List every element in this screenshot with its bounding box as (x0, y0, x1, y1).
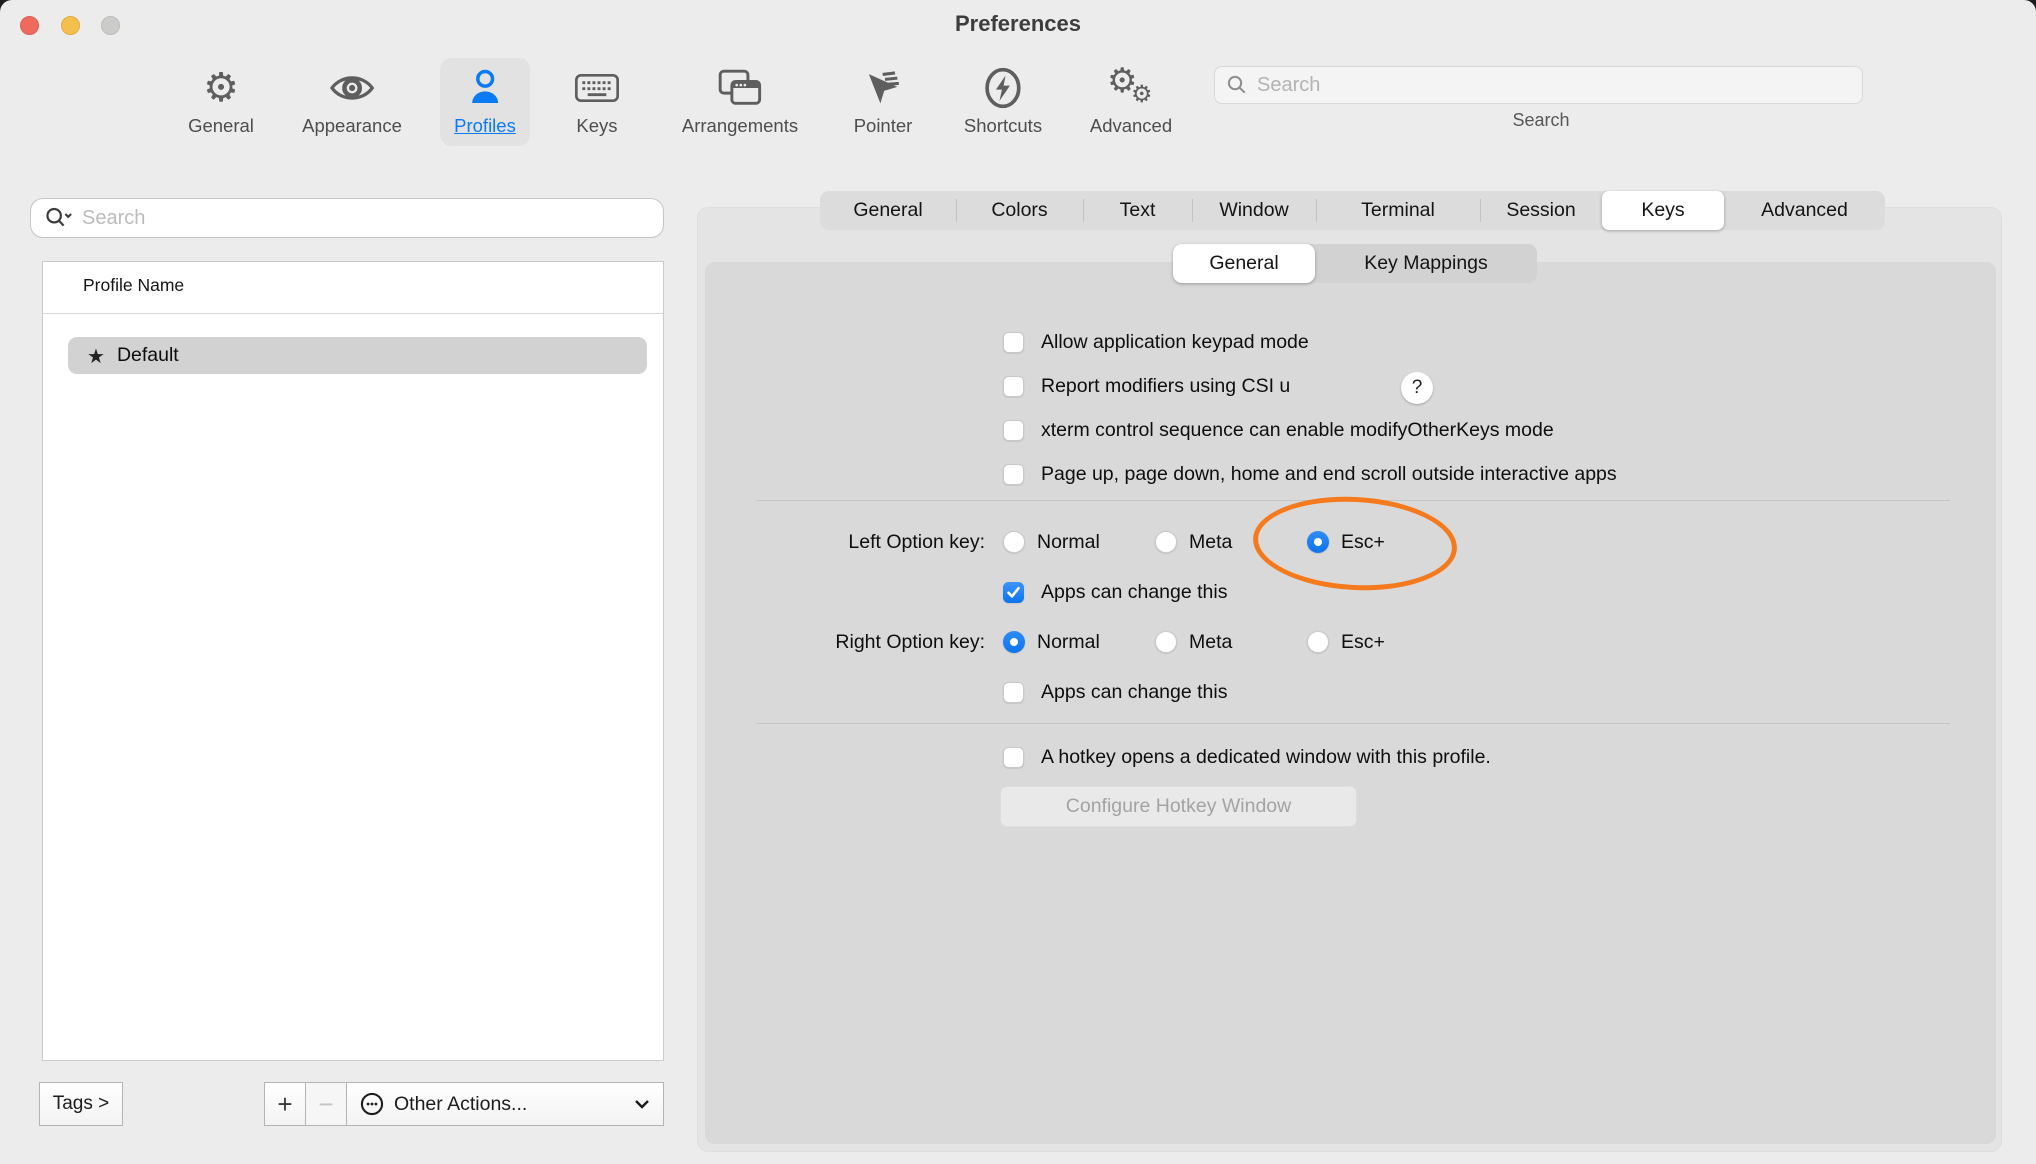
right-option-radio-group: Normal (1003, 628, 1100, 656)
radio-meta[interactable] (1155, 631, 1177, 653)
tab-terminal[interactable]: Terminal (1316, 191, 1480, 230)
cursor-icon (863, 62, 903, 114)
chevron-down-icon (634, 1099, 650, 1110)
radio-meta[interactable] (1155, 531, 1177, 553)
divider (756, 723, 1950, 724)
tab-text[interactable]: Text (1083, 191, 1192, 230)
checkbox-unchecked[interactable] (1003, 376, 1024, 397)
left-option-radio-group: Meta (1155, 528, 1232, 556)
left-option-radio-group: Esc+ (1307, 528, 1385, 556)
checkbox-row-csi-u[interactable]: Report modifiers using CSI u (1003, 372, 1290, 400)
tab-window[interactable]: Window (1192, 191, 1316, 230)
tab-advanced[interactable]: Advanced (1724, 191, 1885, 230)
profile-search-field[interactable] (30, 198, 664, 238)
checkbox-row-apps-change-right[interactable]: Apps can change this (1003, 678, 1227, 706)
toolbar-item-advanced[interactable]: ⚙⚙ Advanced (1076, 58, 1186, 146)
tab-keys[interactable]: Keys (1602, 191, 1724, 230)
toolbar-item-general[interactable]: ⚙ General (174, 58, 268, 146)
checkbox-unchecked[interactable] (1003, 420, 1024, 441)
checkbox-checked[interactable] (1003, 582, 1024, 603)
star-icon (87, 344, 105, 368)
double-gear-icon: ⚙⚙ (1105, 62, 1157, 114)
toolbar-item-keys[interactable]: Keys (560, 58, 634, 146)
checkbox-row-keypad[interactable]: Allow application keypad mode (1003, 328, 1309, 356)
toolbar-item-shortcuts[interactable]: Shortcuts (950, 58, 1056, 146)
profile-list-header: Profile Name (43, 262, 663, 296)
tab-colors[interactable]: Colors (956, 191, 1083, 230)
checkbox-unchecked[interactable] (1003, 682, 1024, 703)
profile-tab-bar: General Colors Text Window Terminal Sess… (820, 191, 1885, 230)
toolbar-search-field[interactable] (1214, 66, 1863, 104)
other-actions-dropdown[interactable]: Other Actions... (346, 1082, 664, 1126)
search-menu-icon (44, 206, 74, 230)
toolbar-item-pointer[interactable]: Pointer (840, 58, 927, 146)
tags-button[interactable]: Tags > (39, 1082, 123, 1126)
configure-hotkey-window-button: Configure Hotkey Window (1000, 786, 1357, 827)
radio-esc-selected[interactable] (1307, 531, 1329, 553)
checkbox-row-scroll-outside[interactable]: Page up, page down, home and end scroll … (1003, 460, 1617, 488)
checkbox-unchecked[interactable] (1003, 464, 1024, 485)
checkbox-unchecked[interactable] (1003, 747, 1024, 768)
toolbar-item-appearance[interactable]: Appearance (288, 58, 416, 146)
checkbox-row-hotkey[interactable]: A hotkey opens a dedicated window with t… (1003, 743, 1491, 771)
subtab-key-mappings[interactable]: Key Mappings (1315, 244, 1537, 283)
search-icon (1226, 74, 1248, 96)
window-title: Preferences (0, 11, 2036, 37)
left-option-radio-group: Normal (1003, 528, 1100, 556)
toolbar-search-caption: Search (1507, 110, 1575, 131)
profile-row-default[interactable]: Default (68, 337, 647, 374)
eye-icon (329, 62, 375, 114)
right-option-radio-group: Esc+ (1307, 628, 1385, 656)
windows-icon (718, 62, 762, 114)
toolbar-search-input[interactable] (1257, 74, 1817, 97)
profile-search-input[interactable] (82, 207, 622, 230)
divider (756, 500, 1950, 501)
divider (43, 313, 663, 314)
tab-session[interactable]: Session (1480, 191, 1602, 230)
subtab-general[interactable]: General (1173, 244, 1315, 283)
add-profile-button[interactable]: + (264, 1082, 306, 1126)
lightning-icon (983, 62, 1023, 114)
right-option-radio-group: Meta (1155, 628, 1232, 656)
right-option-key-label: Right Option key: (706, 628, 985, 656)
checkbox-row-apps-change-left[interactable]: Apps can change this (1003, 578, 1227, 606)
remove-profile-button: − (305, 1082, 347, 1126)
keys-general-panel: Allow application keypad mode Report mod… (706, 263, 1995, 1143)
help-button[interactable]: ? (1401, 372, 1433, 404)
tab-general[interactable]: General (820, 191, 956, 230)
profile-name: Default (117, 344, 179, 367)
toolbar-item-profiles[interactable]: Profiles (440, 58, 530, 146)
toolbar-item-arrangements[interactable]: Arrangements (668, 58, 812, 146)
checkbox-unchecked[interactable] (1003, 332, 1024, 353)
keyboard-icon (574, 62, 620, 114)
gear-icon: ⚙ (203, 62, 239, 114)
preferences-window: Preferences ⚙ General Appearance Profile… (0, 0, 2036, 1164)
profile-list: Profile Name Default (42, 261, 664, 1061)
left-option-key-label: Left Option key: (706, 528, 985, 556)
radio-normal-selected[interactable] (1003, 631, 1025, 653)
radio-normal[interactable] (1003, 531, 1025, 553)
other-actions-label: Other Actions... (394, 1093, 527, 1116)
ellipsis-circle-icon (359, 1091, 385, 1117)
checkbox-row-modifyotherkeys[interactable]: xterm control sequence can enable modify… (1003, 416, 1554, 444)
keys-subtab-bar: General Key Mappings (1173, 244, 1537, 283)
person-icon (465, 62, 505, 114)
radio-esc[interactable] (1307, 631, 1329, 653)
